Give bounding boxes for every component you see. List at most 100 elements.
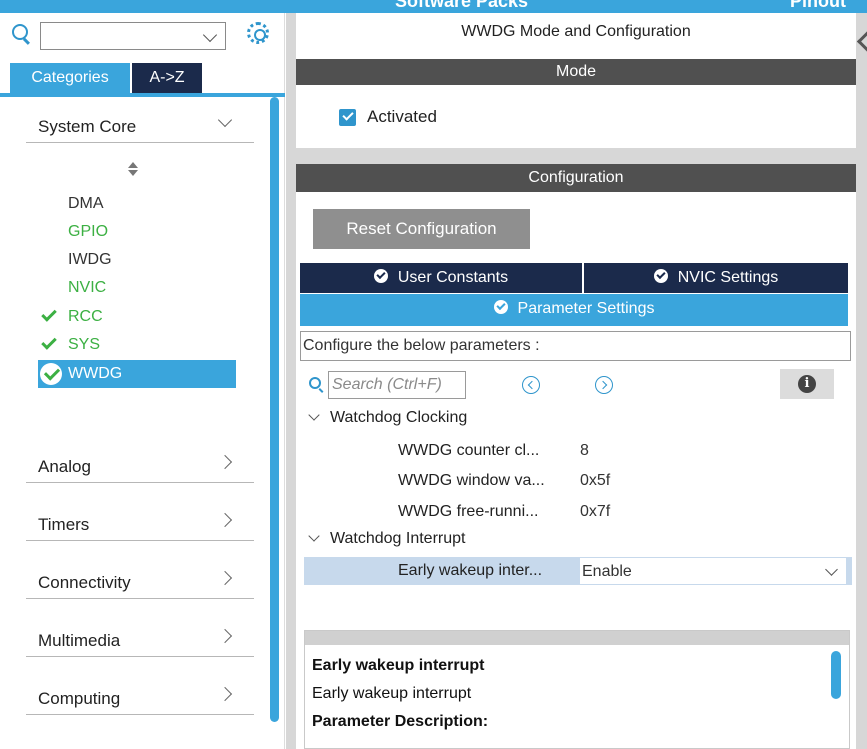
peripheral-gpio[interactable]: GPIO xyxy=(38,218,236,246)
chevron-right-icon xyxy=(217,686,233,702)
group-label: Watchdog Interrupt xyxy=(330,530,466,547)
chevron-down-icon xyxy=(217,112,233,128)
param-row-selected[interactable]: Early wakeup inter... Enable xyxy=(304,557,852,585)
left-scrollbar[interactable] xyxy=(270,97,279,722)
category-connectivity[interactable]: Connectivity xyxy=(26,553,254,599)
chevron-down-icon[interactable] xyxy=(202,27,218,43)
group-label: Watchdog Clocking xyxy=(330,409,468,426)
param-value: 0x5f xyxy=(580,472,611,489)
search-icon xyxy=(12,24,28,40)
chevron-down-icon xyxy=(308,530,320,542)
chevron-right-icon xyxy=(217,454,233,470)
category-label: Multimedia xyxy=(38,631,121,650)
gear-icon[interactable] xyxy=(247,22,269,44)
peripheral-label: DMA xyxy=(68,195,104,212)
category-list: System Core DMA GPIO IWDG NVIC RCC SYS W… xyxy=(0,97,268,749)
category-computing[interactable]: Computing xyxy=(26,669,254,715)
info-button[interactable]: i xyxy=(780,369,834,399)
peripheral-wwdg[interactable]: WWDG xyxy=(38,360,236,388)
tab-a-z[interactable]: A->Z xyxy=(132,63,202,93)
peripheral-iwdg[interactable]: IWDG xyxy=(38,246,236,274)
peripheral-dma[interactable]: DMA xyxy=(38,190,236,218)
tab-parameter-settings[interactable]: Parameter Settings xyxy=(300,294,848,324)
category-multimedia[interactable]: Multimedia xyxy=(26,611,254,657)
search-icon xyxy=(309,377,321,389)
mode-header: Mode xyxy=(296,59,856,85)
group-watchdog-interrupt[interactable]: Watchdog Interrupt xyxy=(308,530,466,548)
categories-panel: Categories A->Z System Core DMA GPIO IWD… xyxy=(0,13,285,749)
category-label: System Core xyxy=(38,117,137,136)
tab-label: Parameter Settings xyxy=(517,300,655,317)
check-circle-icon xyxy=(373,269,388,283)
search-combo[interactable] xyxy=(40,22,226,50)
param-row[interactable]: WWDG free-runni... 0x7f xyxy=(304,498,852,526)
description-section: Parameter Description: xyxy=(312,713,489,730)
check-circle-icon xyxy=(653,269,668,283)
param-value: Enable xyxy=(582,563,632,580)
param-value-select[interactable]: Enable xyxy=(579,557,847,585)
page-title: WWDG Mode and Configuration xyxy=(461,23,691,40)
check-circle-icon xyxy=(493,300,508,314)
peripheral-rcc[interactable]: RCC xyxy=(38,303,236,331)
description-header xyxy=(305,631,849,645)
peripheral-label: WWDG xyxy=(68,365,123,382)
category-label: Analog xyxy=(38,457,91,476)
param-value: 0x7f xyxy=(580,503,611,520)
chevron-right-icon xyxy=(217,628,233,644)
sort-icon[interactable] xyxy=(127,162,139,178)
mode-panel: WWDG Mode and Configuration Mode Activat… xyxy=(296,13,856,148)
tab-label: User Constants xyxy=(397,269,509,286)
tab-nvic-settings[interactable]: NVIC Settings xyxy=(584,263,848,293)
software-packs-menu[interactable]: Software Packs xyxy=(395,0,528,12)
category-timers[interactable]: Timers xyxy=(26,495,254,541)
chevron-right-icon xyxy=(217,512,233,528)
pinout-menu[interactable]: Pinout xyxy=(790,0,846,12)
category-analog[interactable]: Analog xyxy=(26,437,254,483)
check-icon xyxy=(41,306,57,322)
parameter-search-input[interactable]: Search (Ctrl+F) xyxy=(328,371,466,399)
param-name: Early wakeup inter... xyxy=(398,562,543,579)
description-panel: Early wakeup interrupt Early wakeup inte… xyxy=(304,630,850,749)
param-row[interactable]: WWDG counter cl... 8 xyxy=(304,437,852,465)
activated-checkbox[interactable]: Activated xyxy=(339,107,437,127)
tab-label: NVIC Settings xyxy=(677,269,779,286)
category-label: Connectivity xyxy=(38,573,131,592)
collapse-arrow-icon[interactable] xyxy=(858,30,867,58)
tabs-underline xyxy=(300,324,848,326)
chevron-down-icon xyxy=(308,409,320,421)
description-title: Early wakeup interrupt xyxy=(312,657,485,674)
chevron-right-icon xyxy=(217,570,233,586)
configure-hint: Configure the below parameters : xyxy=(300,331,851,361)
next-icon[interactable] xyxy=(595,376,613,394)
group-watchdog-clocking[interactable]: Watchdog Clocking xyxy=(308,409,468,427)
tab-categories[interactable]: Categories xyxy=(10,63,130,93)
param-row[interactable]: WWDG window va... 0x5f xyxy=(304,467,852,495)
activated-label: Activated xyxy=(367,107,437,126)
reset-configuration-button[interactable]: Reset Configuration xyxy=(313,209,530,249)
peripheral-label: GPIO xyxy=(68,223,109,240)
description-text: Early wakeup interrupt xyxy=(312,685,472,702)
peripheral-nvic[interactable]: NVIC xyxy=(38,274,236,302)
configuration-header: Configuration xyxy=(296,164,856,192)
category-system-core[interactable]: System Core xyxy=(26,97,254,143)
checkbox-checked-icon[interactable] xyxy=(339,109,356,126)
search-row xyxy=(0,13,285,63)
chevron-down-icon[interactable] xyxy=(825,563,838,576)
description-scrollbar[interactable] xyxy=(831,651,841,699)
check-icon xyxy=(41,334,57,350)
param-name: WWDG free-runni... xyxy=(398,503,539,520)
param-name: WWDG window va... xyxy=(398,472,545,489)
prev-icon[interactable] xyxy=(522,376,540,394)
peripheral-label: NVIC xyxy=(68,279,107,296)
param-name: WWDG counter cl... xyxy=(398,442,540,459)
param-value: 8 xyxy=(580,442,589,459)
info-icon[interactable]: i xyxy=(798,375,816,393)
check-icon xyxy=(40,363,62,385)
tab-user-constants[interactable]: User Constants xyxy=(300,263,582,293)
category-label: Computing xyxy=(38,689,121,708)
peripheral-sys[interactable]: SYS xyxy=(38,331,236,359)
peripheral-label: IWDG xyxy=(68,251,112,268)
peripheral-label: RCC xyxy=(68,308,103,325)
top-bar: Software Packs Pinout xyxy=(0,0,867,13)
category-label: Timers xyxy=(38,515,90,534)
